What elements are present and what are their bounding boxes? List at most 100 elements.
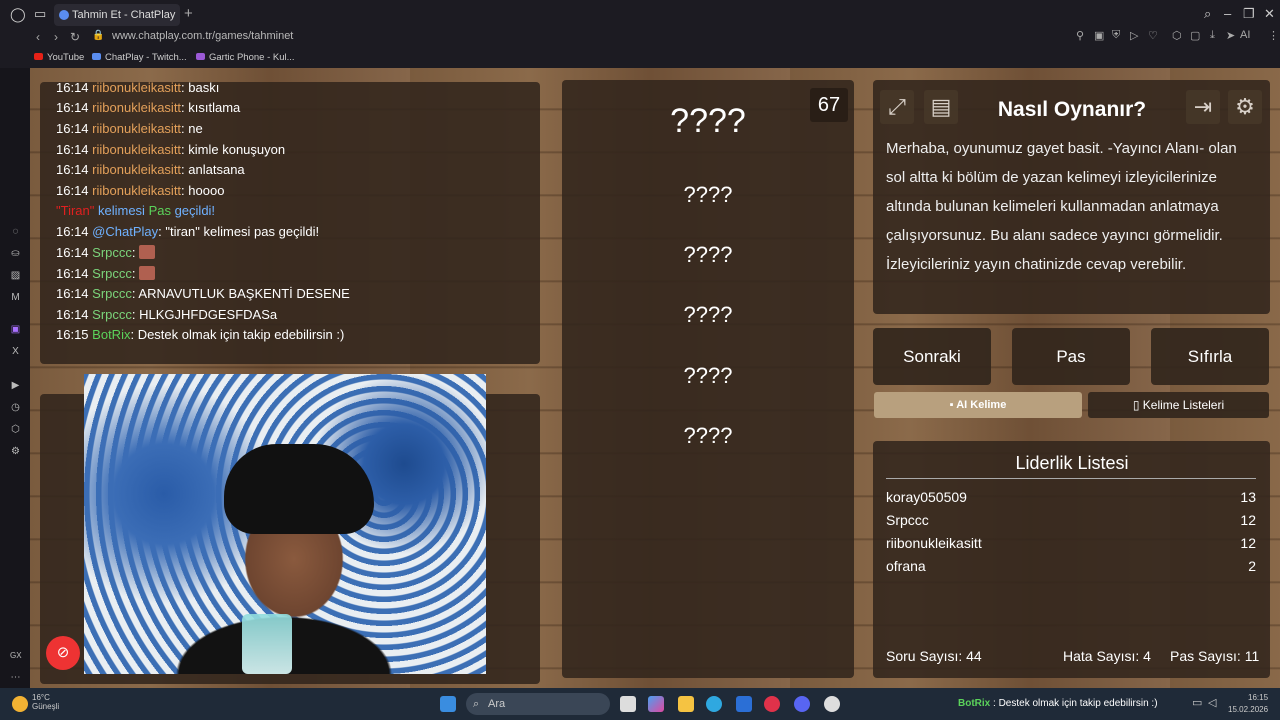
bookmarks-bar: YouTube ChatPlay - Twitch... Gartic Phon…: [0, 50, 1280, 68]
pass-button[interactable]: Pas: [1012, 328, 1130, 385]
extensions-icon[interactable]: ⬡: [1172, 29, 1182, 42]
fullscreen-icon[interactable]: ⤢: [880, 90, 914, 124]
chat-username[interactable]: riibonukleikasitt: [92, 100, 181, 115]
forward-icon[interactable]: ›: [54, 30, 58, 44]
download-icon[interactable]: ⤓: [1210, 29, 1215, 42]
wallet-icon[interactable]: ▢: [1190, 29, 1200, 42]
opera-gx-icon[interactable]: [764, 696, 780, 712]
game-page: 16:14 riibonukleikasitt: baskı 16:14 rii…: [30, 68, 1280, 688]
ai-button[interactable]: AI: [1240, 29, 1250, 41]
word-lists-button[interactable]: ▯ Kelime Listeleri: [1088, 392, 1269, 418]
bookmark-gartic[interactable]: Gartic Phone - Kul...: [196, 52, 295, 63]
x-icon[interactable]: X: [10, 346, 21, 357]
leaderboard-divider: [886, 478, 1256, 479]
browser-tab-bar: ◯ ▭ Tahmin Et - ChatPlay + ⌕ – ❐ ✕: [0, 0, 1280, 29]
aria-icon[interactable]: ◌: [10, 226, 21, 237]
chat-message: 16:14 Srpccc:: [56, 245, 156, 260]
url-field[interactable]: www.chatplay.com.tr/games/tahminet: [112, 30, 293, 42]
twitch-icon[interactable]: ▣: [10, 324, 21, 335]
chatplay-favicon-icon: [59, 10, 69, 20]
bookmark-label: Gartic Phone - Kul...: [209, 52, 295, 63]
leaderboard-panel: [873, 441, 1270, 678]
chat-username[interactable]: BotRix: [92, 327, 130, 342]
gx-label: GX: [10, 651, 22, 660]
chat-message: 16:14 Srpccc:: [56, 266, 156, 281]
messenger-icon[interactable]: M: [10, 292, 21, 303]
chat-username[interactable]: Srpccc: [92, 286, 132, 301]
search-icon[interactable]: ⌕: [1204, 6, 1211, 22]
chat-panel: 16:14 riibonukleikasitt: baskı 16:14 rii…: [40, 82, 540, 364]
reset-button[interactable]: Sıfırla: [1151, 328, 1269, 385]
leaderboard-title: Liderlik Listesi: [1015, 453, 1129, 473]
howto-text: Merhaba, oyunumuz gayet basit. -Yayıncı …: [886, 140, 1237, 273]
send-icon[interactable]: ➤: [1226, 29, 1235, 42]
extensions-sidebar-icon[interactable]: ⬡: [10, 424, 21, 435]
obs-icon[interactable]: [824, 696, 840, 712]
tab-chatplay[interactable]: Tahmin Et - ChatPlay: [54, 4, 180, 26]
bookmark-label: YouTube: [47, 52, 85, 63]
pin-icon[interactable]: ⚲: [1076, 29, 1084, 42]
volume-icon[interactable]: ◁: [1208, 696, 1216, 709]
address-bar: ‹ › ↻ 🔒 www.chatplay.com.tr/games/tahmin…: [0, 29, 1280, 50]
settings-gear-icon[interactable]: ⚙: [1228, 90, 1262, 124]
file-explorer-icon[interactable]: [678, 696, 694, 712]
chat-username[interactable]: Srpccc: [92, 245, 132, 260]
next-button[interactable]: Sonraki: [873, 328, 991, 385]
chatplay-icon: [92, 53, 101, 60]
play-icon[interactable]: ▷: [1130, 29, 1138, 42]
heart-icon[interactable]: ♡: [1148, 29, 1158, 42]
player-name: riibonukleikasitt: [886, 535, 982, 551]
chat-username[interactable]: riibonukleikasitt: [92, 183, 181, 198]
chat-username[interactable]: riibonukleikasitt: [92, 142, 181, 157]
opera-logo-icon[interactable]: ◯: [10, 6, 26, 23]
shield-icon[interactable]: ⛨: [1112, 29, 1120, 42]
edge-icon[interactable]: [706, 696, 722, 712]
exit-icon[interactable]: ⇥: [1186, 90, 1220, 124]
bookmark-chatplay[interactable]: ChatPlay - Twitch...: [92, 52, 187, 63]
store-icon[interactable]: [736, 696, 752, 712]
more-icon[interactable]: ⋯: [10, 672, 21, 683]
forbidden-word: ????: [683, 302, 733, 327]
chat-notification: BotRix : Destek olmak için takip edebili…: [958, 698, 1158, 709]
browser-sidebar: ◌ ⛀ ▨ M ▣ X ▶ ◷ ⬡ ⚙ GX ⋯: [0, 68, 30, 688]
new-tab-button[interactable]: +: [184, 5, 193, 22]
task-view-icon[interactable]: [620, 696, 636, 712]
crypto-wallet-icon[interactable]: ⛀: [10, 248, 21, 259]
back-icon[interactable]: ‹: [36, 30, 40, 44]
tab-overview-icon[interactable]: ▭: [34, 6, 46, 22]
gartic-icon: [196, 53, 205, 60]
copilot-icon[interactable]: [648, 696, 664, 712]
taskbar-search[interactable]: ⌕ Ara: [466, 693, 610, 715]
system-clock[interactable]: 16:15 15.02.2026: [1228, 692, 1268, 716]
chat-username[interactable]: @ChatPlay: [92, 224, 158, 239]
maximize-icon[interactable]: ❐: [1243, 6, 1255, 22]
history-icon[interactable]: ◷: [10, 402, 21, 413]
network-icon[interactable]: ▭: [1192, 696, 1202, 709]
chat-message: 16:14 Srpccc: ARNAVUTLUK BAŞKENTİ DESENE: [56, 286, 350, 301]
chat-username[interactable]: riibonukleikasitt: [92, 121, 181, 136]
chat-message: 16:14 riibonukleikasitt: baskı: [56, 82, 220, 95]
workspaces-icon[interactable]: ▨: [10, 270, 21, 281]
minimize-icon[interactable]: –: [1224, 6, 1231, 21]
close-icon[interactable]: ✕: [1264, 6, 1275, 22]
clock-date: 15.02.2026: [1228, 705, 1269, 714]
weather-icon[interactable]: [12, 696, 28, 712]
chat-username[interactable]: Srpccc: [92, 307, 132, 322]
menu-icon[interactable]: ⋮: [1268, 29, 1279, 42]
notification-text: : Destek olmak için takip edebilirsin :): [990, 698, 1158, 709]
chat-message: 16:14 Srpccc: HLKGJHFDGESFDASa: [56, 307, 278, 322]
chat-username[interactable]: Srpccc: [92, 266, 132, 281]
chat-message: 16:14 riibonukleikasitt: hoooo: [56, 183, 225, 198]
reload-icon[interactable]: ↻: [70, 30, 80, 44]
settings-icon[interactable]: ⚙: [10, 446, 21, 457]
weather-widget[interactable]: 16°C Güneşli: [32, 693, 59, 711]
record-button-icon[interactable]: ⊘: [46, 636, 80, 670]
chat-username[interactable]: riibonukleikasitt: [92, 162, 181, 177]
player-icon[interactable]: ▶: [10, 380, 21, 391]
snapshot-icon[interactable]: ▣: [1094, 29, 1104, 42]
ai-word-button[interactable]: ▪ AI Kelime: [874, 392, 1082, 418]
chat-username[interactable]: riibonukleikasitt: [92, 82, 181, 95]
start-icon[interactable]: [440, 696, 456, 712]
discord-icon[interactable]: [794, 696, 810, 712]
bookmark-youtube[interactable]: YouTube: [34, 52, 84, 63]
